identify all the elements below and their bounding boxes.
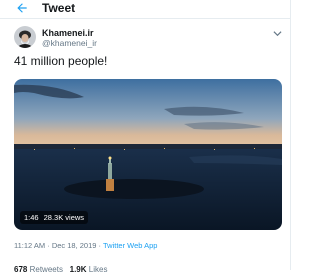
video-player[interactable]: 1:46 28.3K views [14,79,282,230]
meta-separator: · [47,241,50,250]
tweet-meta: 11:12 AM · Dec 18, 2019 · Twitter Web Ap… [14,241,157,250]
tweet-source[interactable]: Twitter Web App [103,241,157,250]
tweet-time[interactable]: 11:12 AM [14,241,45,250]
video-thumbnail [14,79,282,230]
page-title: Tweet [42,1,76,15]
top-bar: Tweet [0,0,290,18]
avatar[interactable] [14,26,36,48]
header-divider [0,18,290,19]
chevron-down-icon[interactable] [273,29,282,38]
video-info: 1:46 28.3K views [20,211,89,224]
video-duration: 1:46 [24,213,39,222]
tweet-text: 41 million people! [14,54,108,68]
tweet-date[interactable]: Dec 18, 2019 [52,241,97,250]
display-name[interactable]: Khamenei.ir [42,28,94,38]
video-views: 28.3K views [43,213,85,222]
column-divider [290,0,291,270]
back-arrow-icon[interactable] [15,1,29,15]
user-handle[interactable]: @khamenei_ir [42,38,97,48]
meta-separator: · [98,241,102,250]
